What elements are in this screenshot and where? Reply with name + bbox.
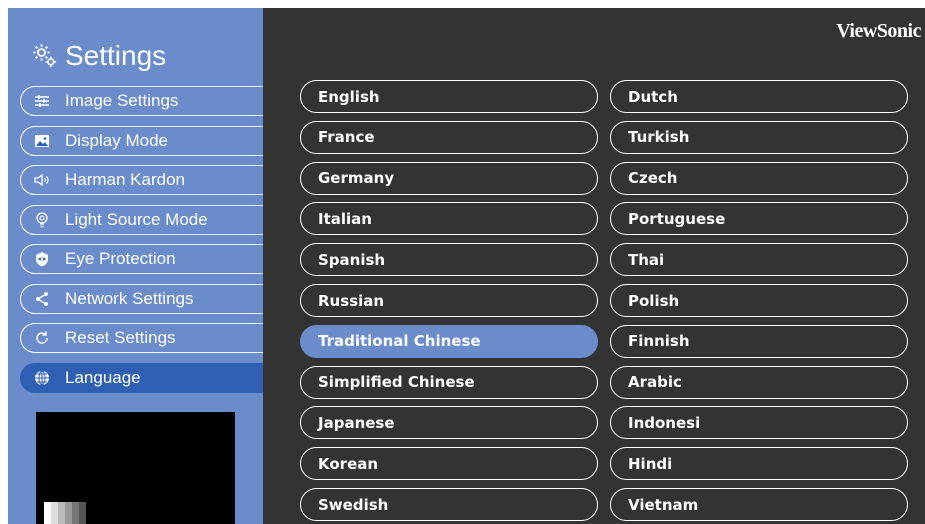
language-option-finnish[interactable]: Finnish [610, 324, 908, 358]
language-option-polish[interactable]: Polish [610, 284, 908, 317]
globe-icon [33, 369, 51, 387]
language-option-english[interactable]: English [300, 80, 598, 113]
grayscale-bars [44, 502, 86, 524]
share-icon [33, 290, 51, 308]
sidebar-item-label: Display Mode [65, 130, 168, 150]
sidebar-item-image-settings[interactable]: Image Settings [20, 86, 270, 116]
language-option-indonesi[interactable]: Indonesi [610, 406, 908, 440]
sliders-icon [33, 92, 51, 110]
sidebar-item-label: Network Settings [65, 288, 194, 308]
language-option-hindi[interactable]: Hindi [610, 447, 908, 481]
sidebar-item-reset-settings[interactable]: Reset Settings [20, 323, 270, 353]
language-option-portuguese[interactable]: Portuguese [610, 202, 908, 236]
settings-sidebar: Settings Image Settings Display Mode Harma… [8, 8, 270, 524]
viewsonic-logo: ViewSonic [836, 20, 921, 42]
language-option-italian[interactable]: Italian [300, 202, 598, 236]
sidebar-item-harman-kardon[interactable]: Harman Kardon [20, 165, 270, 195]
bulb-icon [33, 211, 51, 229]
language-option-czech[interactable]: Czech [610, 161, 908, 195]
sidebar-item-eye-protection[interactable]: Eye Protection [20, 244, 270, 274]
gear-icon [33, 44, 57, 68]
language-option-traditional-chinese[interactable]: Traditional Chinese [300, 324, 598, 358]
sidebar-item-label: Harman Kardon [65, 170, 186, 189]
language-option-dutch[interactable]: Dutch [610, 80, 908, 113]
language-option-germany[interactable]: Germany [300, 161, 598, 195]
sidebar-item-label: Language [65, 367, 141, 387]
language-option-arabic[interactable]: Arabic [610, 365, 908, 399]
sidebar-item-label: Light Source Mode [65, 209, 208, 229]
preview-image [36, 412, 235, 524]
eye-icon [33, 250, 51, 268]
language-option-korean[interactable]: Korean [300, 447, 598, 481]
sidebar-item-display-mode[interactable]: Display Mode [20, 125, 270, 156]
sidebar-item-label: Image Settings [65, 91, 179, 110]
sidebar-item-network-settings[interactable]: Network Settings [20, 283, 270, 314]
speaker-icon [33, 171, 51, 189]
language-option-russian[interactable]: Russian [300, 284, 598, 317]
language-option-france[interactable]: France [300, 120, 598, 154]
sidebar-item-language[interactable]: Language [20, 362, 270, 393]
language-option-japanese[interactable]: Japanese [300, 406, 598, 440]
sidebar-item-label: Eye Protection [65, 249, 176, 268]
language-option-simplified-chinese[interactable]: Simplified Chinese [300, 365, 598, 399]
language-panel: ViewSonic English France Germany Italian Spa… [263, 8, 925, 524]
settings-title: Settings [31, 36, 166, 76]
language-option-thai[interactable]: Thai [610, 243, 908, 277]
sidebar-item-label: Reset Settings [65, 328, 176, 347]
language-option-spanish[interactable]: Spanish [300, 243, 598, 277]
language-option-swedish[interactable]: Swedish [300, 488, 598, 521]
language-option-vietnam[interactable]: Vietnam [610, 488, 908, 521]
language-option-turkish[interactable]: Turkish [610, 120, 908, 154]
image-icon [33, 132, 51, 150]
reset-icon [33, 329, 51, 347]
sidebar-item-light-source-mode[interactable]: Light Source Mode [20, 204, 270, 235]
settings-screen: Settings Image Settings Display Mode Harma… [8, 8, 925, 524]
page-title: Settings [65, 40, 167, 71]
